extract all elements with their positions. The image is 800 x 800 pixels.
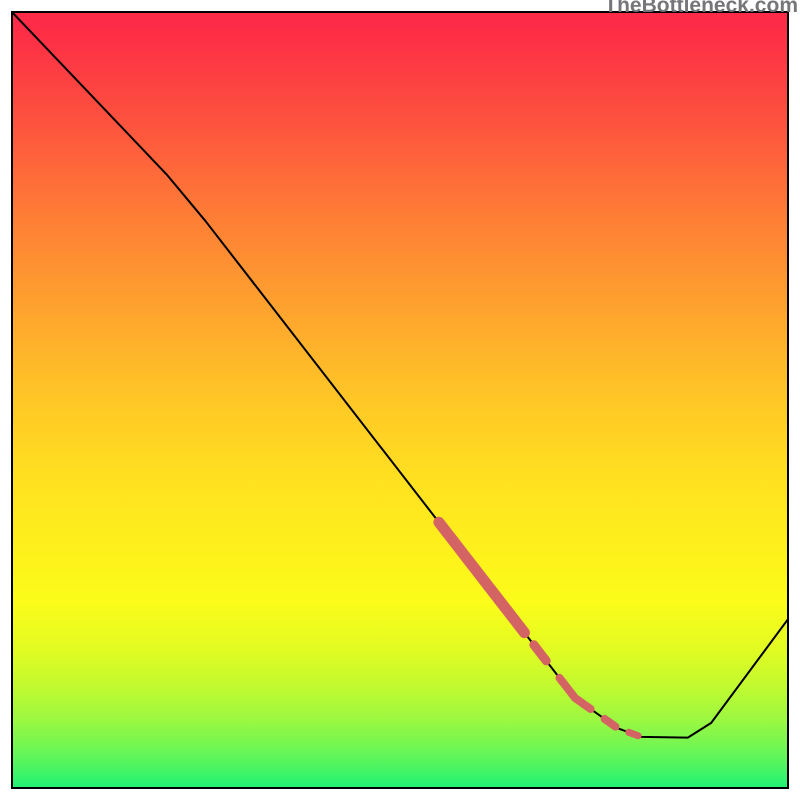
highlight-segment — [439, 522, 525, 632]
highlight-segment — [629, 732, 638, 735]
curve-path — [11, 11, 789, 738]
highlight-segment — [559, 678, 590, 709]
watermark-text: TheBottleneck.com — [604, 0, 798, 18]
chart-curve — [11, 11, 789, 789]
highlight-segment — [534, 645, 546, 661]
chart-frame — [11, 11, 789, 789]
highlight-segment — [605, 719, 616, 727]
